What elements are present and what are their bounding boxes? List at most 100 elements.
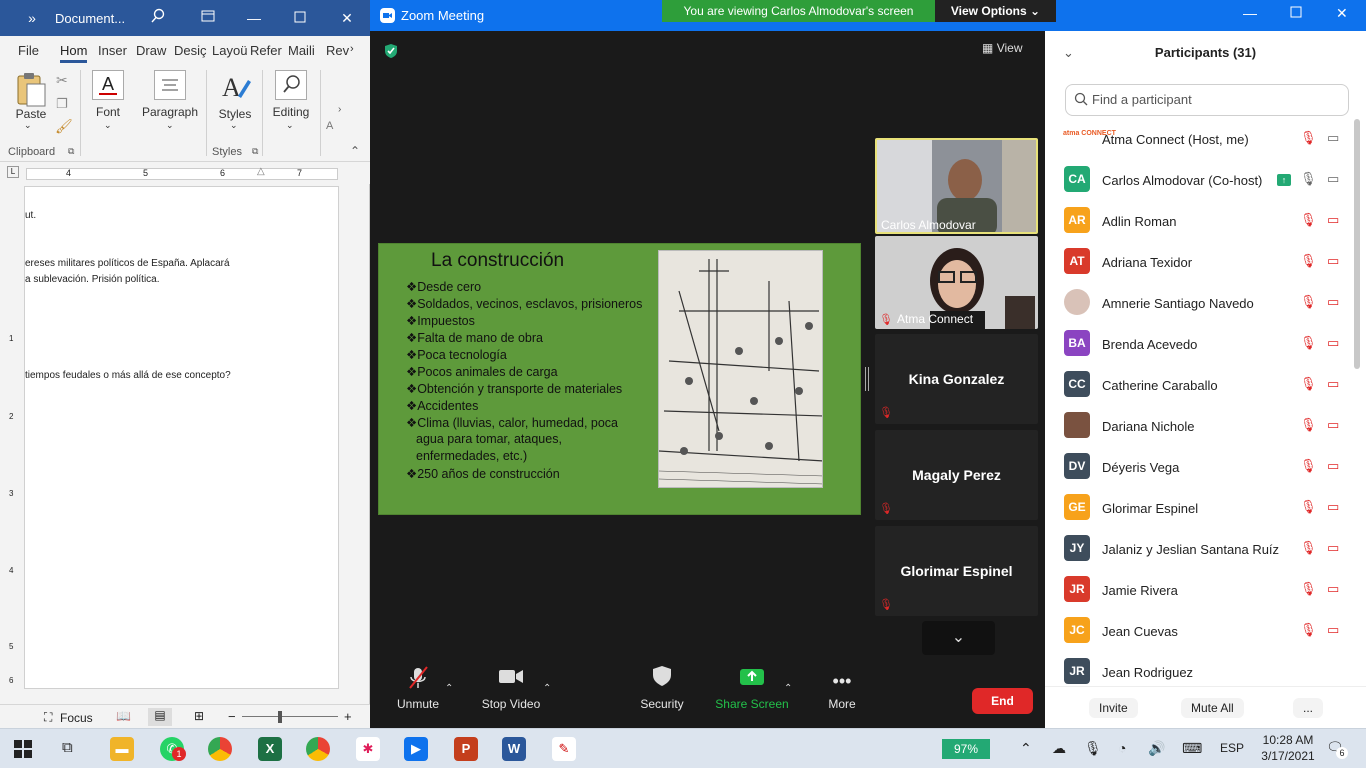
mute-all-button[interactable]: Mute All: [1181, 698, 1244, 718]
stop-video-button[interactable]: Stop Video: [478, 665, 544, 711]
video-off-icon[interactable]: ▭: [1327, 622, 1339, 638]
file-explorer-icon[interactable]: ▬: [110, 737, 134, 761]
paragraph-icon[interactable]: [154, 70, 186, 100]
volume-icon[interactable]: 🔊: [1148, 740, 1165, 757]
copy-icon[interactable]: ❐: [56, 96, 68, 112]
styles-icon[interactable]: A: [220, 70, 252, 102]
clock-time[interactable]: 10:28 AM: [1255, 733, 1321, 747]
video-off-icon[interactable]: ▭: [1327, 253, 1339, 269]
muted-mic-icon[interactable]: 🎙: [1300, 540, 1317, 556]
participant-row[interactable]: CC Catherine Caraballo 🎙 ▭: [1045, 365, 1366, 406]
styles-launcher-icon[interactable]: ⧉: [252, 146, 258, 157]
paste-icon[interactable]: [14, 70, 48, 108]
paragraph-button[interactable]: Paragraph: [138, 105, 202, 119]
security-button[interactable]: Security: [638, 665, 686, 711]
editing-button[interactable]: Editing: [266, 105, 316, 119]
mic-icon[interactable]: 🎙: [1300, 171, 1317, 187]
editing-chevron-icon[interactable]: ⌄: [286, 120, 294, 131]
video-off-icon[interactable]: ▭: [1327, 294, 1339, 310]
participant-row[interactable]: CA Carlos Almodovar (Co-host) ↑ 🎙 ▭: [1045, 160, 1366, 201]
excel-icon[interactable]: X: [258, 737, 282, 761]
tab-mailings[interactable]: Maili: [288, 43, 315, 58]
print-layout-icon[interactable]: ▤: [148, 708, 172, 726]
editing-icon[interactable]: [275, 70, 307, 100]
video-off-icon[interactable]: ▭: [1327, 540, 1339, 556]
unmute-button[interactable]: Unmute: [390, 665, 446, 711]
participant-row[interactable]: BA Brenda Acevedo 🎙 ▭: [1045, 324, 1366, 365]
word-taskbar-icon[interactable]: W: [502, 737, 526, 761]
zoom-taskbar-icon[interactable]: ▶: [404, 737, 428, 761]
video-off-icon[interactable]: ▭: [1327, 581, 1339, 597]
font-chevron-icon[interactable]: ⌄: [104, 120, 112, 131]
muted-mic-icon[interactable]: 🎙: [1300, 212, 1317, 228]
more-options-button[interactable]: ...: [1293, 698, 1324, 718]
wifi-icon[interactable]: ◔: [1118, 740, 1126, 756]
clipboard-launcher-icon[interactable]: ⧉: [68, 146, 74, 157]
task-view-icon[interactable]: ⧉: [62, 739, 73, 756]
muted-mic-icon[interactable]: 🎙: [1300, 294, 1317, 310]
panel-resize-handle[interactable]: [865, 367, 869, 391]
tray-mic-icon[interactable]: 🎙: [1084, 740, 1102, 757]
read-mode-icon[interactable]: 📖: [116, 709, 131, 723]
styles-button[interactable]: Styles: [214, 107, 256, 121]
zoom-in-icon[interactable]: +: [344, 709, 352, 724]
participant-row[interactable]: JR Jean Rodriguez: [1045, 652, 1366, 685]
maximize-icon[interactable]: [1290, 6, 1302, 21]
tab-design[interactable]: Desiç: [174, 43, 207, 58]
zoom-out-icon[interactable]: −: [228, 709, 236, 724]
tab-insert[interactable]: Inser: [98, 43, 127, 58]
view-button[interactable]: ▦ View: [982, 41, 1022, 61]
indent-marker-icon[interactable]: △: [257, 166, 265, 177]
paste-chevron-icon[interactable]: ⌄: [24, 120, 32, 131]
participant-row[interactable]: AR Adlin Roman 🎙 ▭: [1045, 201, 1366, 242]
muted-mic-icon[interactable]: 🎙: [1300, 335, 1317, 351]
close-icon[interactable]: ✕: [337, 8, 357, 28]
keyboard-icon[interactable]: ⌨: [1182, 740, 1202, 757]
more-button[interactable]: ••• More: [821, 665, 863, 711]
participant-row[interactable]: atma CONNECT Atma Connect (Host, me) 🎙 ▭: [1045, 119, 1366, 160]
show-hidden-icons-icon[interactable]: ⌃: [1020, 740, 1032, 757]
invite-button[interactable]: Invite: [1089, 698, 1138, 718]
share-options-chevron-icon[interactable]: ⌃: [784, 683, 792, 694]
clock-date[interactable]: 3/17/2021: [1255, 749, 1321, 763]
participant-search-input[interactable]: Find a participant: [1065, 84, 1349, 116]
tab-stop-selector-icon[interactable]: L: [7, 166, 19, 178]
tab-layout[interactable]: Layoü: [212, 43, 247, 58]
muted-mic-icon[interactable]: 🎙: [1300, 417, 1317, 433]
zoom-slider-thumb[interactable]: [278, 711, 282, 723]
shield-icon[interactable]: [384, 43, 398, 62]
expand-icon[interactable]: »: [22, 8, 42, 28]
video-tile-glorimar[interactable]: Glorimar Espinel 🎙: [875, 526, 1038, 616]
participant-row[interactable]: JY Jalaniz y Jeslian Santana Ruíz 🎙 ▭: [1045, 529, 1366, 570]
minimize-icon[interactable]: —: [244, 8, 264, 28]
onedrive-icon[interactable]: ☁: [1052, 740, 1066, 757]
tabs-scroll-right-icon[interactable]: ›: [350, 43, 354, 55]
participant-row[interactable]: Amnerie Santiago Navedo 🎙 ▭: [1045, 283, 1366, 324]
tab-references[interactable]: Refer: [250, 43, 282, 58]
video-off-icon[interactable]: ▭: [1327, 417, 1339, 433]
styles-chevron-icon[interactable]: ⌄: [230, 120, 238, 131]
cut-icon[interactable]: ✂: [56, 72, 68, 89]
input-language[interactable]: ESP: [1220, 741, 1244, 755]
video-tile-magaly[interactable]: Magaly Perez 🎙: [875, 430, 1038, 520]
collapse-ribbon-icon[interactable]: ⌃: [350, 144, 360, 158]
chrome-profile-icon[interactable]: [306, 737, 330, 761]
muted-mic-icon[interactable]: 🎙: [1300, 581, 1317, 597]
video-off-icon[interactable]: ▭: [1327, 499, 1339, 515]
video-tile-kina[interactable]: Kina Gonzalez 🎙: [875, 334, 1038, 424]
scroll-tiles-down-button[interactable]: ⌄: [922, 621, 995, 655]
close-icon[interactable]: ✕: [1336, 5, 1348, 22]
chrome-icon[interactable]: [208, 737, 232, 761]
powerpoint-icon[interactable]: P: [454, 737, 478, 761]
video-off-icon[interactable]: ▭: [1327, 458, 1339, 474]
video-camera-icon[interactable]: ▭: [1327, 130, 1339, 146]
video-off-icon[interactable]: ▭: [1327, 335, 1339, 351]
video-off-icon[interactable]: ▭: [1327, 376, 1339, 392]
font-icon[interactable]: A: [92, 70, 124, 100]
view-options-button[interactable]: View Options ⌄: [935, 0, 1056, 22]
slack-icon[interactable]: ✱: [356, 737, 380, 761]
muted-mic-icon[interactable]: 🎙: [1300, 622, 1317, 638]
ribbon-scroll-right-icon[interactable]: ›: [338, 104, 341, 115]
end-meeting-button[interactable]: End: [972, 688, 1033, 714]
muted-mic-icon[interactable]: 🎙: [1300, 376, 1317, 392]
